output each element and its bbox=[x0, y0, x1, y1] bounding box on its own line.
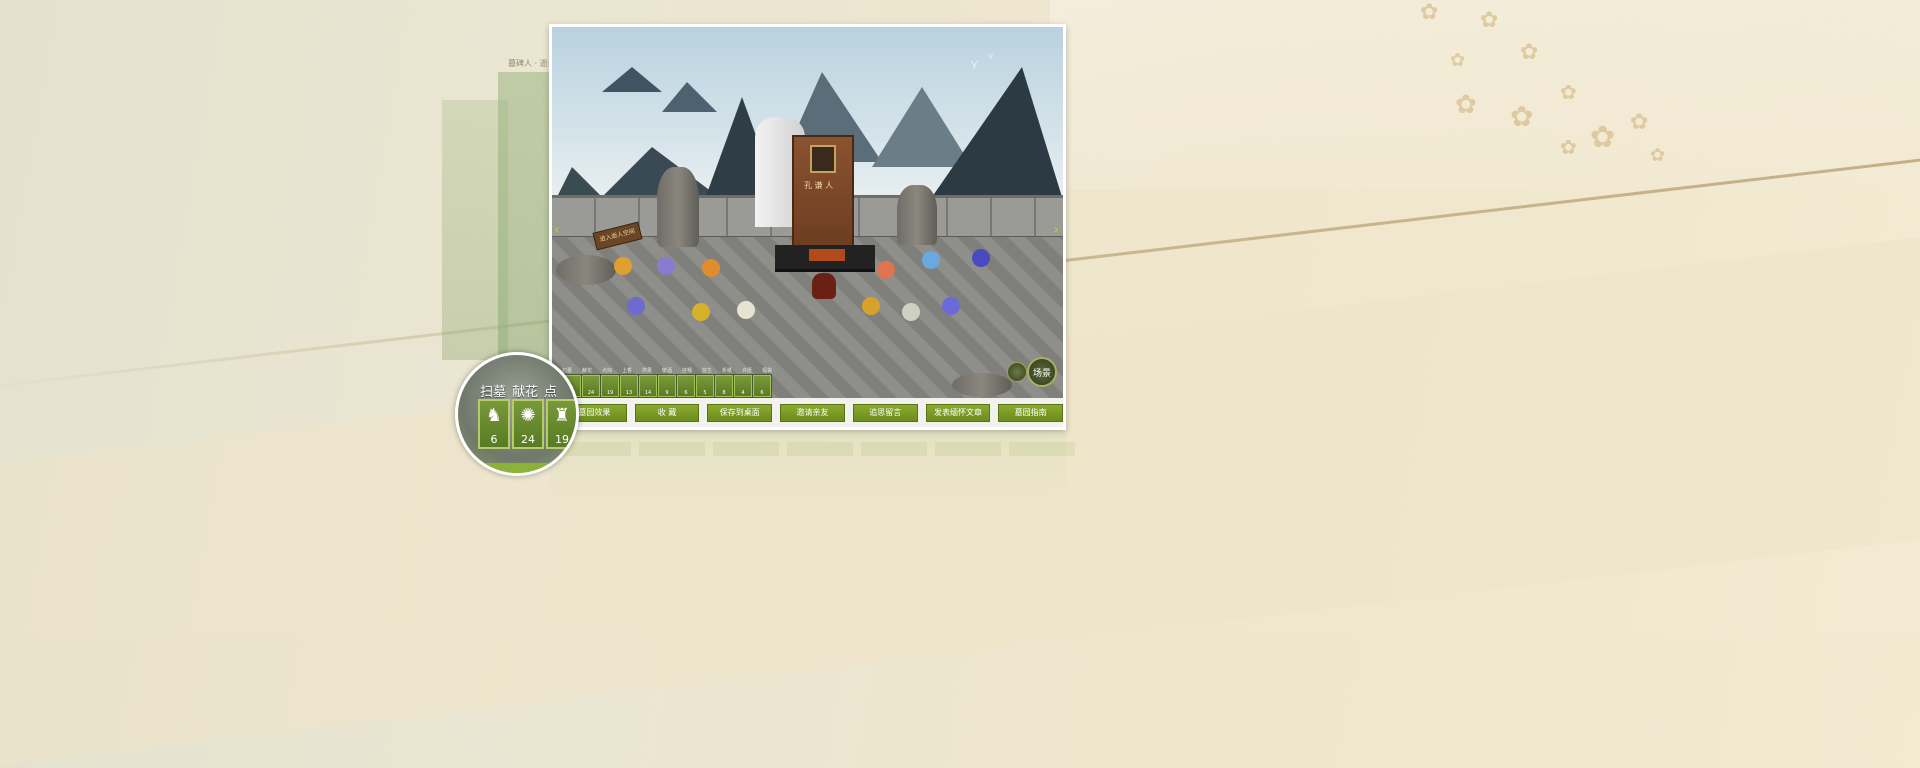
mountain bbox=[662, 82, 717, 112]
offering-tool-button[interactable]: 4 bbox=[734, 375, 752, 397]
maple-leaf-icon: ✿ bbox=[1480, 8, 1499, 33]
boulder bbox=[556, 255, 616, 285]
memorial-scene[interactable]: ⋎ ⋎ 孔 谦 人 进入逝人空间 ‹ › 扫墓 献花 点烛 上香 供果 敬酒 挂… bbox=[552, 27, 1063, 398]
flower-bouquet bbox=[877, 261, 895, 279]
maple-leaf-icon: ✿ bbox=[1560, 135, 1577, 159]
magnifier-bottom-bar bbox=[458, 463, 576, 473]
crane-icon: ⋎ bbox=[970, 57, 979, 71]
memorial-rock-right bbox=[897, 185, 937, 245]
incense-urn bbox=[812, 273, 836, 299]
maple-leaf-icon: ✿ bbox=[1520, 40, 1539, 65]
offering-tool-button[interactable]: 6 bbox=[677, 375, 695, 397]
reflection-button bbox=[1009, 442, 1075, 456]
offering-tool-button[interactable]: 6 bbox=[753, 375, 771, 397]
flower-bouquet bbox=[737, 301, 755, 319]
flower-bouquet bbox=[862, 297, 880, 315]
fruit-offering bbox=[809, 249, 845, 261]
magnifier-labels: 扫墓 献花 点 bbox=[480, 381, 557, 400]
cemetery-guide-button[interactable]: 墓园指南 bbox=[998, 403, 1064, 422]
publish-article-button[interactable]: 发表缅怀文章 bbox=[925, 403, 991, 422]
tool-label: 供果 bbox=[641, 368, 652, 374]
tool-count: 19 bbox=[555, 433, 569, 446]
maple-leaf-icon: ✿ bbox=[1650, 145, 1666, 166]
zoom-button[interactable] bbox=[1007, 362, 1027, 382]
scene-switch-button[interactable]: 场景 bbox=[1027, 357, 1057, 387]
reflection-button bbox=[935, 442, 1001, 456]
maple-leaf-icon: ✿ bbox=[1630, 110, 1649, 135]
memorial-message-button[interactable]: 追思留言 bbox=[852, 403, 918, 422]
flower-bouquet bbox=[702, 259, 720, 277]
maple-leaf-icon: ✿ bbox=[1510, 100, 1534, 133]
portrait-photo[interactable] bbox=[810, 145, 836, 173]
maple-leaf-icon: ✿ bbox=[1420, 0, 1439, 25]
invite-friends-button[interactable]: 邀请亲友 bbox=[780, 403, 845, 422]
offering-toolbar: 6 24 19 13 14 9 6 5 8 4 6 bbox=[562, 374, 772, 398]
ghost-frame-mid bbox=[498, 72, 550, 392]
offering-tool-button[interactable]: 24 bbox=[582, 375, 600, 397]
flower-bouquet bbox=[922, 251, 940, 269]
crane-icon: ⋎ bbox=[987, 51, 995, 62]
tool-count: 24 bbox=[521, 433, 535, 446]
memorial-rock-left bbox=[657, 167, 699, 247]
frame-reflection bbox=[549, 432, 1075, 502]
reflection-button bbox=[861, 442, 927, 456]
offering-tool-button[interactable]: 19 bbox=[601, 375, 619, 397]
offering-tool-button[interactable]: 13 bbox=[620, 375, 638, 397]
offering-tool-button[interactable]: 5 bbox=[696, 375, 714, 397]
mountain bbox=[602, 67, 662, 92]
maple-leaf-icon: ✿ bbox=[1450, 50, 1466, 71]
tombstone-name: 孔 谦 人 bbox=[804, 181, 834, 190]
offering-tool-button[interactable]: 9 bbox=[658, 375, 676, 397]
flower-tool-button[interactable]: ✺ 24 bbox=[512, 399, 544, 449]
reflection-button bbox=[787, 442, 853, 456]
save-to-desktop-button[interactable]: 保存到桌面 bbox=[707, 403, 773, 422]
tool-label: 折纸 bbox=[721, 368, 732, 374]
maple-leaf-icon: ✿ bbox=[1590, 120, 1616, 155]
flower-bouquet bbox=[902, 303, 920, 321]
mountain bbox=[932, 67, 1062, 197]
action-button-bar: 墓园效果 收 藏 保存到桌面 邀请亲友 追思留言 发表缅怀文章 墓园指南 bbox=[552, 398, 1064, 427]
broom-icon: ♞ bbox=[485, 405, 503, 426]
sweep-tool-button[interactable]: ♞ 6 bbox=[478, 399, 510, 449]
reflection-button bbox=[639, 442, 705, 456]
flower-bouquet bbox=[614, 257, 632, 275]
offering-toolbar-labels: 扫墓 献花 点烛 上香 供果 敬酒 挂幡 放生 折纸 许愿 福袋 bbox=[558, 367, 776, 374]
flower-icon: ✺ bbox=[520, 405, 536, 426]
maple-leaf-icon: ✿ bbox=[1560, 80, 1577, 104]
offering-tool-button[interactable]: 14 bbox=[639, 375, 657, 397]
next-arrow-icon[interactable]: › bbox=[1053, 222, 1059, 238]
tool-label: 福袋 bbox=[761, 368, 772, 374]
magnifier-label: 献花 bbox=[512, 385, 539, 400]
magnifier-label: 扫墓 bbox=[480, 385, 507, 400]
flower-bouquet bbox=[942, 297, 960, 315]
prev-arrow-icon[interactable]: ‹ bbox=[554, 222, 560, 238]
tool-count: 6 bbox=[490, 433, 498, 446]
reflection-button bbox=[713, 442, 779, 456]
candle-icon: ♜ bbox=[553, 405, 571, 426]
tool-label: 挂幡 bbox=[681, 368, 692, 374]
tool-label: 献花 bbox=[581, 368, 592, 374]
magnifier-tools: ♞ 6 ✺ 24 ♜ 19 bbox=[478, 399, 576, 449]
flower-bouquet bbox=[657, 257, 675, 275]
tool-label: 上香 bbox=[621, 368, 632, 374]
flower-bouquet bbox=[692, 303, 710, 321]
offering-tool-button[interactable]: 8 bbox=[715, 375, 733, 397]
favorite-button[interactable]: 收 藏 bbox=[634, 403, 700, 422]
magnifier-label: 点 bbox=[544, 385, 558, 400]
maple-leaf-icon: ✿ bbox=[1455, 90, 1477, 120]
flower-bouquet bbox=[627, 297, 645, 315]
toolbar-magnifier: 扫墓 献花 点 ♞ 6 ✺ 24 ♜ 19 bbox=[455, 352, 579, 476]
tool-label: 许愿 bbox=[741, 368, 752, 374]
boulder bbox=[952, 373, 1012, 397]
tool-label: 点烛 bbox=[601, 368, 612, 374]
candle-tool-button[interactable]: ♜ 19 bbox=[546, 399, 576, 449]
flower-bouquet bbox=[972, 249, 990, 267]
tool-label: 敬酒 bbox=[661, 368, 672, 374]
tool-label: 放生 bbox=[701, 368, 712, 374]
memorial-viewer-frame: ⋎ ⋎ 孔 谦 人 进入逝人空间 ‹ › 扫墓 献花 点烛 上香 供果 敬酒 挂… bbox=[549, 24, 1066, 430]
